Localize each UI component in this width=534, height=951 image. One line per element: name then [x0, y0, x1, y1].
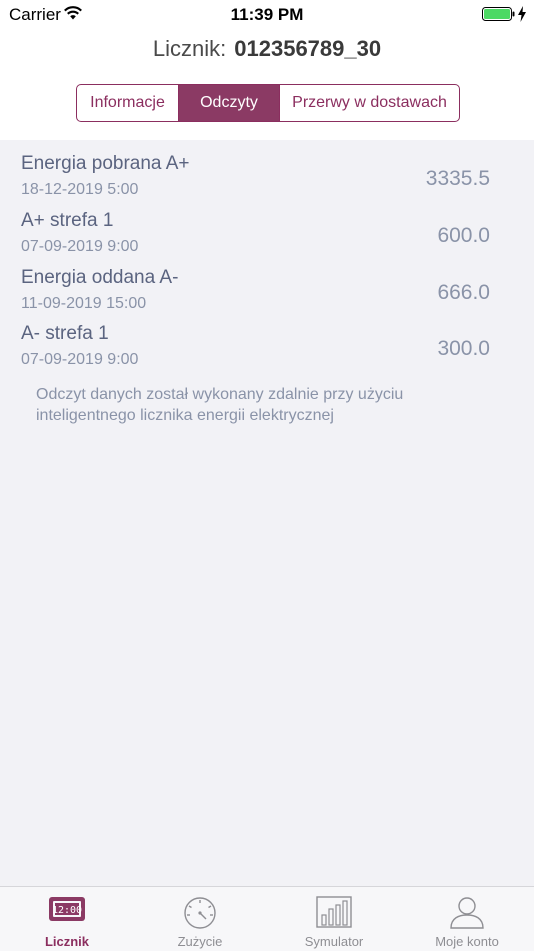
tab-przerwy-w-dostawach[interactable]: Przerwy w dostawach — [279, 85, 459, 121]
reading-row: Energia oddana A- 11-09-2019 15:00 666.0 — [21, 267, 490, 323]
tab-licznik[interactable]: 12:00 Licznik — [0, 887, 134, 951]
battery-icon — [482, 7, 516, 26]
reading-label: A+ strefa 1 — [21, 210, 114, 231]
tab-moje-konto-label: Moje konto — [435, 934, 499, 949]
reading-value: 600.0 — [437, 224, 490, 247]
reading-date: 18-12-2019 5:00 — [21, 181, 139, 198]
reading-date: 07-09-2019 9:00 — [21, 238, 139, 255]
reading-row: A+ strefa 1 07-09-2019 9:00 600.0 — [21, 210, 490, 266]
segmented-control: Informacje Odczyty Przerwy w dostawach — [76, 84, 460, 122]
reading-value: 666.0 — [437, 281, 490, 304]
tab-symulator-label: Symulator — [304, 934, 364, 949]
reading-label: Energia pobrana A+ — [21, 153, 190, 174]
tab-informacje[interactable]: Informacje — [77, 85, 178, 121]
tab-zuzycie[interactable]: Zużycie — [133, 887, 267, 951]
svg-text:12:00: 12:00 — [52, 905, 82, 916]
gauge-icon — [133, 895, 267, 929]
reading-value: 300.0 — [437, 337, 490, 360]
bar-chart-icon — [267, 895, 401, 929]
tab-moje-konto[interactable]: Moje konto — [400, 887, 534, 951]
meter-display-icon: 12:00 — [0, 895, 134, 929]
remote-reading-note: Odczyt danych został wykonany zdalnie pr… — [36, 386, 404, 424]
tab-bar: 12:00 Licznik Zużycie Symulator Moje kon… — [0, 886, 534, 951]
readings-panel: Energia pobrana A+ 18-12-2019 5:00 3335.… — [0, 140, 534, 886]
reading-label: Energia oddana A- — [21, 267, 179, 288]
charging-icon — [517, 6, 527, 27]
reading-row: Energia pobrana A+ 18-12-2019 5:00 3335.… — [21, 153, 490, 209]
reading-row: A- strefa 1 07-09-2019 9:00 300.0 — [21, 323, 490, 379]
reading-date: 07-09-2019 9:00 — [21, 351, 139, 368]
meter-label: Licznik: — [152, 36, 227, 61]
meter-number: 012356789_30 — [234, 36, 382, 61]
status-bar: Carrier 11:39 PM — [0, 0, 534, 28]
reading-value: 3335.5 — [425, 167, 490, 190]
reading-date: 11-09-2019 15:00 — [21, 295, 147, 312]
meter-header: Licznik: 012356789_30 — [0, 36, 534, 66]
tab-symulator[interactable]: Symulator — [267, 887, 401, 951]
tab-zuzycie-label: Zużycie — [177, 934, 223, 949]
clock: 11:39 PM — [230, 5, 304, 24]
reading-label: A- strefa 1 — [21, 323, 109, 344]
tab-odczyty[interactable]: Odczyty — [178, 85, 279, 121]
tab-licznik-label: Licznik — [44, 934, 90, 949]
user-icon — [400, 895, 534, 929]
